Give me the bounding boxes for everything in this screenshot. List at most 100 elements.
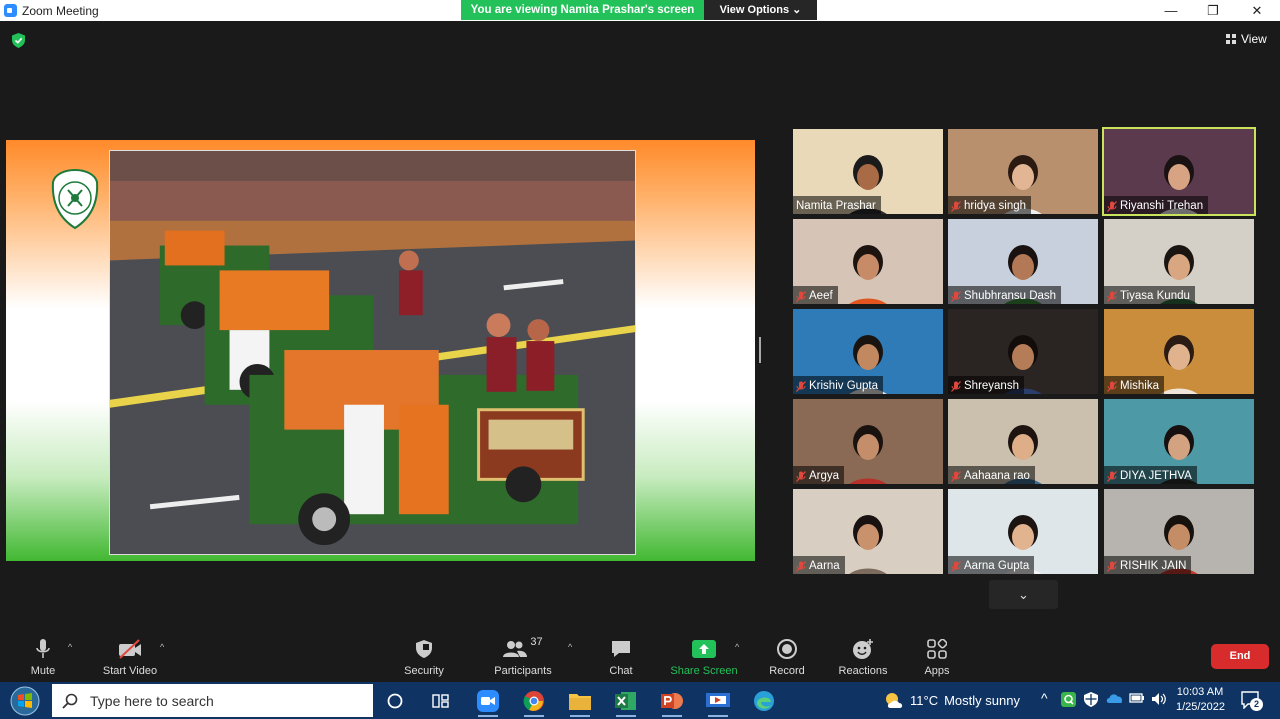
- participant-tile[interactable]: Aarna Gupta: [948, 489, 1098, 574]
- muted-mic-icon: [951, 470, 961, 482]
- cortana-icon[interactable]: [381, 687, 409, 714]
- powerpoint-taskbar-icon[interactable]: [658, 687, 686, 717]
- zoom-taskbar-icon[interactable]: [474, 687, 502, 717]
- search-placeholder: Type here to search: [90, 692, 214, 709]
- participant-tile[interactable]: Shreyansh: [948, 309, 1098, 394]
- participant-tile[interactable]: Mishika: [1104, 309, 1254, 394]
- participant-name-label: Aahaana rao: [948, 466, 1035, 484]
- participant-tile[interactable]: Aeef: [793, 219, 943, 304]
- participant-tile[interactable]: Namita Prashar: [793, 129, 943, 214]
- participant-name: Namita Prashar: [796, 200, 876, 212]
- participant-name-label: DIYA JETHVA: [1104, 466, 1197, 484]
- participant-tile[interactable]: DIYA JETHVA: [1104, 399, 1254, 484]
- security-button[interactable]: Security: [400, 636, 448, 677]
- participant-tile[interactable]: Aahaana rao: [948, 399, 1098, 484]
- record-button[interactable]: Record: [766, 636, 808, 677]
- volume-icon[interactable]: [1151, 692, 1167, 709]
- file-explorer-taskbar-icon[interactable]: [566, 687, 594, 717]
- clock-date: 1/25/2022: [1176, 701, 1225, 713]
- participant-name: Argya: [809, 470, 840, 482]
- chrome-taskbar-icon[interactable]: [520, 687, 548, 717]
- participant-name: DIYA JETHVA: [1120, 470, 1192, 482]
- window-title: Zoom Meeting: [22, 4, 99, 18]
- apps-label: Apps: [924, 665, 950, 677]
- view-options-button[interactable]: View Options ⌄: [704, 0, 817, 20]
- participant-name-label: Mishika: [1104, 376, 1164, 394]
- search-icon: [62, 693, 78, 709]
- participant-tile[interactable]: hridya singh: [948, 129, 1098, 214]
- gallery-next-page-button[interactable]: ⌄: [989, 580, 1058, 609]
- taskbar-search-input[interactable]: Type here to search: [52, 684, 373, 717]
- share-screen-label: Share Screen: [670, 665, 738, 677]
- excel-taskbar-icon[interactable]: [612, 687, 640, 717]
- chat-icon: [604, 636, 638, 662]
- end-meeting-button[interactable]: End: [1211, 644, 1269, 669]
- start-video-button[interactable]: Start Video: [100, 636, 160, 677]
- muted-mic-icon: [951, 560, 961, 572]
- participants-button[interactable]: 37 Participants: [492, 636, 554, 677]
- shared-screen: [6, 140, 755, 561]
- share-banner: You are viewing Namita Prashar's screen: [461, 0, 704, 20]
- reactions-label: Reactions: [838, 665, 888, 677]
- notification-center-button[interactable]: 2: [1241, 691, 1263, 711]
- weather-temp: 11°C: [910, 692, 939, 708]
- reactions-button[interactable]: Reactions: [836, 636, 890, 677]
- muted-mic-icon: [796, 560, 806, 572]
- muted-mic-icon: [1107, 200, 1117, 212]
- participant-video: [849, 515, 887, 574]
- participant-video: [849, 245, 887, 304]
- mute-button[interactable]: Mute: [24, 636, 62, 677]
- resize-divider-handle[interactable]: [759, 337, 761, 363]
- participant-tile[interactable]: Aarna: [793, 489, 943, 574]
- weather-widget[interactable]: 11°C Mostly sunny: [884, 691, 1020, 709]
- muted-mic-icon: [951, 200, 961, 212]
- video-options-caret[interactable]: ^: [160, 642, 164, 652]
- security-label: Security: [404, 665, 444, 677]
- edge-taskbar-icon[interactable]: [750, 687, 778, 714]
- share-screen-button[interactable]: Share Screen: [668, 636, 740, 677]
- participant-name: Aarna Gupta: [964, 560, 1030, 572]
- participant-tile[interactable]: Krishiv Gupta: [793, 309, 943, 394]
- muted-mic-icon: [796, 290, 806, 302]
- participant-tile[interactable]: RISHIK JAIN: [1104, 489, 1254, 574]
- participant-tile[interactable]: Riyanshi Trehan: [1102, 127, 1256, 216]
- task-view-icon[interactable]: [427, 687, 455, 714]
- participants-icon: 37: [492, 636, 554, 662]
- view-layout-button[interactable]: View: [1226, 32, 1267, 46]
- participant-name: Aarna: [809, 560, 840, 572]
- battery-icon[interactable]: [1129, 692, 1145, 707]
- partly-sunny-icon: [886, 693, 903, 708]
- taskbar-clock[interactable]: 10:03 AM 1/25/2022: [1176, 685, 1225, 715]
- participants-options-caret[interactable]: ^: [568, 642, 572, 652]
- participant-name: Aeef: [809, 290, 833, 302]
- encryption-shield-icon[interactable]: [12, 33, 25, 48]
- chat-button[interactable]: Chat: [604, 636, 638, 677]
- muted-mic-icon: [1107, 290, 1117, 302]
- apps-button[interactable]: Apps: [918, 636, 956, 677]
- minimize-button[interactable]: —: [1148, 0, 1194, 21]
- participant-name: Riyanshi Trehan: [1120, 200, 1204, 212]
- participant-tile[interactable]: Argya: [793, 399, 943, 484]
- close-button[interactable]: ✕: [1234, 0, 1280, 21]
- slideshow-taskbar-icon[interactable]: [704, 687, 732, 717]
- share-options-caret[interactable]: ^: [735, 642, 739, 652]
- muted-mic-icon: [796, 470, 806, 482]
- participant-tile[interactable]: Shubhransu Dash: [948, 219, 1098, 304]
- audio-options-caret[interactable]: ^: [68, 642, 72, 652]
- record-label: Record: [769, 665, 805, 677]
- restore-button[interactable]: ❐: [1190, 0, 1236, 21]
- school-crest-logo: [51, 168, 99, 230]
- participant-name-label: hridya singh: [948, 196, 1032, 214]
- start-button[interactable]: [6, 684, 44, 717]
- participant-tile[interactable]: Tiyasa Kundu: [1104, 219, 1254, 304]
- participants-count: 37: [530, 636, 543, 648]
- q-app-tray-icon[interactable]: [1061, 692, 1076, 710]
- tray-overflow-chevron[interactable]: ^: [1041, 690, 1048, 706]
- muted-mic-icon: [796, 380, 806, 392]
- zoom-app-icon: [4, 4, 17, 17]
- participant-name-label: Aeef: [793, 286, 838, 304]
- participant-name-label: Shreyansh: [948, 376, 1024, 394]
- mute-label: Mute: [30, 665, 56, 677]
- security-tray-icon[interactable]: [1084, 692, 1098, 710]
- onedrive-cloud-icon[interactable]: [1106, 692, 1123, 706]
